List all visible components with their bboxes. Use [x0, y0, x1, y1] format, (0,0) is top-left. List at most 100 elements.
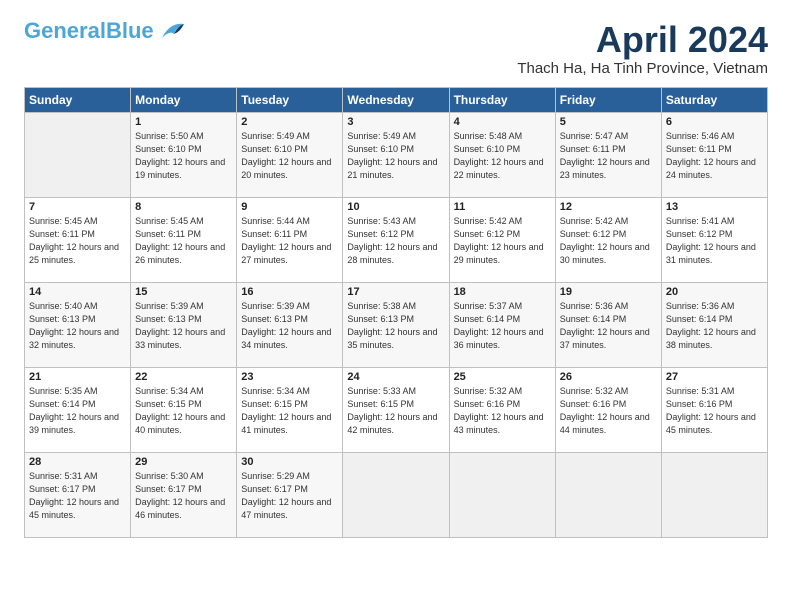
day-number: 11 — [454, 201, 551, 213]
day-info: Sunrise: 5:42 AM Sunset: 6:12 PM Dayligh… — [454, 215, 551, 267]
day-info: Sunrise: 5:45 AM Sunset: 6:11 PM Dayligh… — [135, 215, 232, 267]
sunset-label: Sunset: 6:14 PM — [29, 399, 96, 409]
sunrise-label: Sunrise: 5:36 AM — [666, 301, 735, 311]
col-header-monday: Monday — [131, 87, 237, 112]
daylight-label: Daylight: 12 hours and 31 minutes. — [666, 242, 756, 265]
calendar-cell: 3 Sunrise: 5:49 AM Sunset: 6:10 PM Dayli… — [343, 112, 449, 197]
daylight-label: Daylight: 12 hours and 30 minutes. — [560, 242, 650, 265]
sunset-label: Sunset: 6:16 PM — [454, 399, 521, 409]
sunrise-label: Sunrise: 5:31 AM — [29, 471, 98, 481]
day-info: Sunrise: 5:32 AM Sunset: 6:16 PM Dayligh… — [454, 385, 551, 437]
calendar-cell: 6 Sunrise: 5:46 AM Sunset: 6:11 PM Dayli… — [661, 112, 767, 197]
day-number: 17 — [347, 286, 444, 298]
daylight-label: Daylight: 12 hours and 45 minutes. — [666, 412, 756, 435]
sunrise-label: Sunrise: 5:44 AM — [241, 216, 310, 226]
daylight-label: Daylight: 12 hours and 44 minutes. — [560, 412, 650, 435]
day-number: 13 — [666, 201, 763, 213]
day-number: 4 — [454, 116, 551, 128]
sunrise-label: Sunrise: 5:31 AM — [666, 386, 735, 396]
sunrise-label: Sunrise: 5:40 AM — [29, 301, 98, 311]
day-info: Sunrise: 5:50 AM Sunset: 6:10 PM Dayligh… — [135, 130, 232, 182]
calendar-cell: 11 Sunrise: 5:42 AM Sunset: 6:12 PM Dayl… — [449, 197, 555, 282]
calendar-cell: 19 Sunrise: 5:36 AM Sunset: 6:14 PM Dayl… — [555, 282, 661, 367]
calendar-cell: 27 Sunrise: 5:31 AM Sunset: 6:16 PM Dayl… — [661, 367, 767, 452]
daylight-label: Daylight: 12 hours and 35 minutes. — [347, 327, 437, 350]
sunrise-label: Sunrise: 5:34 AM — [135, 386, 204, 396]
calendar-week-row: 28 Sunrise: 5:31 AM Sunset: 6:17 PM Dayl… — [25, 452, 768, 537]
day-info: Sunrise: 5:46 AM Sunset: 6:11 PM Dayligh… — [666, 130, 763, 182]
logo-bird-icon — [156, 20, 184, 42]
calendar-title: April 2024 — [517, 20, 768, 60]
calendar-cell: 20 Sunrise: 5:36 AM Sunset: 6:14 PM Dayl… — [661, 282, 767, 367]
calendar-table: SundayMondayTuesdayWednesdayThursdayFrid… — [24, 87, 768, 538]
daylight-label: Daylight: 12 hours and 34 minutes. — [241, 327, 331, 350]
day-number: 26 — [560, 371, 657, 383]
sunset-label: Sunset: 6:11 PM — [560, 144, 626, 154]
daylight-label: Daylight: 12 hours and 38 minutes. — [666, 327, 756, 350]
sunset-label: Sunset: 6:13 PM — [347, 314, 414, 324]
logo-text: GeneralBlue — [24, 20, 154, 42]
day-info: Sunrise: 5:44 AM Sunset: 6:11 PM Dayligh… — [241, 215, 338, 267]
daylight-label: Daylight: 12 hours and 28 minutes. — [347, 242, 437, 265]
day-number: 24 — [347, 371, 444, 383]
calendar-cell: 15 Sunrise: 5:39 AM Sunset: 6:13 PM Dayl… — [131, 282, 237, 367]
calendar-header-row: SundayMondayTuesdayWednesdayThursdayFrid… — [25, 87, 768, 112]
sunrise-label: Sunrise: 5:37 AM — [454, 301, 523, 311]
sunrise-label: Sunrise: 5:38 AM — [347, 301, 416, 311]
col-header-thursday: Thursday — [449, 87, 555, 112]
sunset-label: Sunset: 6:14 PM — [454, 314, 521, 324]
calendar-cell: 29 Sunrise: 5:30 AM Sunset: 6:17 PM Dayl… — [131, 452, 237, 537]
day-info: Sunrise: 5:39 AM Sunset: 6:13 PM Dayligh… — [135, 300, 232, 352]
sunrise-label: Sunrise: 5:48 AM — [454, 131, 523, 141]
sunset-label: Sunset: 6:17 PM — [241, 484, 308, 494]
day-info: Sunrise: 5:38 AM Sunset: 6:13 PM Dayligh… — [347, 300, 444, 352]
daylight-label: Daylight: 12 hours and 24 minutes. — [666, 157, 756, 180]
col-header-wednesday: Wednesday — [343, 87, 449, 112]
calendar-cell: 22 Sunrise: 5:34 AM Sunset: 6:15 PM Dayl… — [131, 367, 237, 452]
sunset-label: Sunset: 6:17 PM — [29, 484, 96, 494]
day-info: Sunrise: 5:49 AM Sunset: 6:10 PM Dayligh… — [347, 130, 444, 182]
col-header-sunday: Sunday — [25, 87, 131, 112]
calendar-cell: 14 Sunrise: 5:40 AM Sunset: 6:13 PM Dayl… — [25, 282, 131, 367]
sunrise-label: Sunrise: 5:34 AM — [241, 386, 310, 396]
calendar-cell: 12 Sunrise: 5:42 AM Sunset: 6:12 PM Dayl… — [555, 197, 661, 282]
sunrise-label: Sunrise: 5:49 AM — [347, 131, 416, 141]
daylight-label: Daylight: 12 hours and 40 minutes. — [135, 412, 225, 435]
daylight-label: Daylight: 12 hours and 47 minutes. — [241, 497, 331, 520]
day-number: 8 — [135, 201, 232, 213]
daylight-label: Daylight: 12 hours and 23 minutes. — [560, 157, 650, 180]
calendar-cell: 9 Sunrise: 5:44 AM Sunset: 6:11 PM Dayli… — [237, 197, 343, 282]
calendar-cell: 5 Sunrise: 5:47 AM Sunset: 6:11 PM Dayli… — [555, 112, 661, 197]
calendar-cell: 25 Sunrise: 5:32 AM Sunset: 6:16 PM Dayl… — [449, 367, 555, 452]
daylight-label: Daylight: 12 hours and 25 minutes. — [29, 242, 119, 265]
calendar-week-row: 1 Sunrise: 5:50 AM Sunset: 6:10 PM Dayli… — [25, 112, 768, 197]
day-info: Sunrise: 5:36 AM Sunset: 6:14 PM Dayligh… — [560, 300, 657, 352]
day-number: 25 — [454, 371, 551, 383]
calendar-cell: 18 Sunrise: 5:37 AM Sunset: 6:14 PM Dayl… — [449, 282, 555, 367]
daylight-label: Daylight: 12 hours and 27 minutes. — [241, 242, 331, 265]
sunrise-label: Sunrise: 5:45 AM — [135, 216, 204, 226]
day-info: Sunrise: 5:34 AM Sunset: 6:15 PM Dayligh… — [241, 385, 338, 437]
day-info: Sunrise: 5:34 AM Sunset: 6:15 PM Dayligh… — [135, 385, 232, 437]
col-header-saturday: Saturday — [661, 87, 767, 112]
header: GeneralBlue April 2024 Thach Ha, Ha Tinh… — [24, 20, 768, 77]
calendar-cell: 1 Sunrise: 5:50 AM Sunset: 6:10 PM Dayli… — [131, 112, 237, 197]
daylight-label: Daylight: 12 hours and 39 minutes. — [29, 412, 119, 435]
day-info: Sunrise: 5:35 AM Sunset: 6:14 PM Dayligh… — [29, 385, 126, 437]
calendar-week-row: 7 Sunrise: 5:45 AM Sunset: 6:11 PM Dayli… — [25, 197, 768, 282]
calendar-cell — [555, 452, 661, 537]
sunrise-label: Sunrise: 5:35 AM — [29, 386, 98, 396]
calendar-cell: 26 Sunrise: 5:32 AM Sunset: 6:16 PM Dayl… — [555, 367, 661, 452]
calendar-cell — [661, 452, 767, 537]
calendar-cell — [343, 452, 449, 537]
day-number: 29 — [135, 456, 232, 468]
sunset-label: Sunset: 6:15 PM — [135, 399, 202, 409]
sunset-label: Sunset: 6:17 PM — [135, 484, 202, 494]
daylight-label: Daylight: 12 hours and 36 minutes. — [454, 327, 544, 350]
day-number: 19 — [560, 286, 657, 298]
calendar-cell — [449, 452, 555, 537]
daylight-label: Daylight: 12 hours and 45 minutes. — [29, 497, 119, 520]
calendar-cell: 10 Sunrise: 5:43 AM Sunset: 6:12 PM Dayl… — [343, 197, 449, 282]
calendar-cell: 28 Sunrise: 5:31 AM Sunset: 6:17 PM Dayl… — [25, 452, 131, 537]
sunset-label: Sunset: 6:12 PM — [454, 229, 521, 239]
